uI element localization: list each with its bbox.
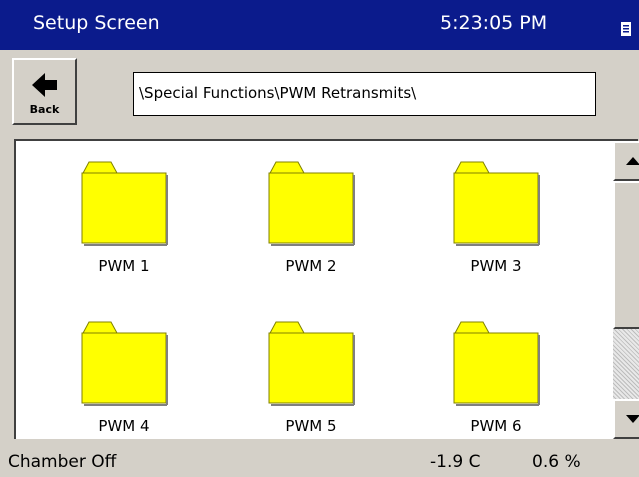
scroll-down-icon [626,415,639,423]
folder-label: PWM 1 [98,257,150,275]
folder-pwm-3[interactable]: PWM 3 [441,153,551,278]
scroll-down-button[interactable] [613,399,639,439]
percent-readout: 0.6 % [532,452,581,472]
folder-label: PWM 2 [285,257,337,275]
folder-view: PWM 1 PWM 2 PWM 3 PWM 4 PWM 5 PWM 6 [14,139,639,439]
path-text: \Special Functions\PWM Retransmits\ [139,84,417,102]
back-arrow-icon [32,73,57,97]
temperature-readout: -1.9 C [430,452,481,472]
folder-icon [268,321,355,406]
toolbar: Back \Special Functions\PWM Retransmits\ [0,50,639,138]
folder-icon [268,161,355,246]
folder-label: PWM 6 [470,417,522,435]
folder-pwm-2[interactable]: PWM 2 [256,153,366,278]
folder-icon [81,321,168,406]
folder-icon [81,161,168,246]
folder-icon [453,321,540,406]
scroll-up-button[interactable] [613,141,639,181]
status-bar: Chamber Off -1.9 C 0.6 % [0,442,639,477]
scroll-thumb[interactable] [613,181,639,329]
chamber-status: Chamber Off [8,452,117,472]
folder-icon [453,161,540,246]
back-button-label: Back [29,103,60,116]
folder-label: PWM 4 [98,417,150,435]
folder-pwm-1[interactable]: PWM 1 [69,153,179,278]
folder-pwm-6[interactable]: PWM 6 [441,313,551,438]
back-button[interactable]: Back [12,58,77,125]
clock: 5:23:05 PM [440,12,548,34]
scroll-up-icon [626,157,639,165]
vertical-scrollbar[interactable] [613,141,639,439]
folder-label: PWM 3 [470,257,522,275]
window-title: Setup Screen [33,12,160,34]
folder-label: PWM 5 [285,417,337,435]
title-bar: Setup Screen 5:23:05 PM [0,0,639,50]
path-field: \Special Functions\PWM Retransmits\ [133,72,596,116]
folder-pwm-5[interactable]: PWM 5 [256,313,366,438]
folder-pwm-4[interactable]: PWM 4 [69,313,179,438]
page-menu-icon[interactable] [620,21,632,37]
